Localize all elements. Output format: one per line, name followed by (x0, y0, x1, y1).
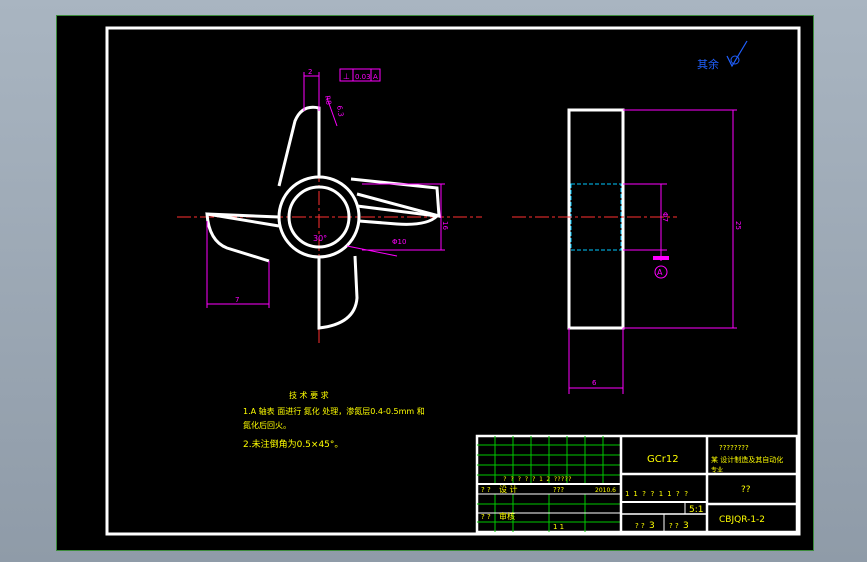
datum-marker (653, 256, 669, 260)
roughness-check-icon (726, 40, 748, 68)
tb-company: ???????? (719, 444, 749, 452)
dim-left-width: 7 (235, 296, 239, 304)
tb-sheet-label-r: ? ? (669, 522, 679, 530)
tb-mid-labels: 1 1 ? ? 1 1 ? ? (625, 490, 688, 498)
dim-angle: R8 (323, 95, 332, 106)
dim-hole: Φ10 (392, 238, 406, 246)
tb-material: GCr12 (647, 454, 679, 465)
dim-side-inner: Φ7 (661, 212, 669, 222)
tol-symbol: ⊥ (343, 72, 350, 81)
tb-sheet-right: 3 (683, 521, 689, 531)
dim-side-width: 6 (592, 379, 597, 387)
tb-row-a: ? ? ? ? ? 1 2 ????? (503, 476, 572, 483)
drawing-canvas[interactable]: 其余 2 ⊥ 0.03 A R8 6.3 30° Φ10 16 7 A 25 Φ… (57, 16, 813, 550)
dim-side-height: 25 (734, 221, 742, 230)
dim-height-right: 16 (441, 221, 449, 230)
blade-bottom (317, 255, 359, 330)
tb-project2: 专业 (711, 466, 723, 474)
dim-roughness: 6.3 (335, 105, 345, 117)
blade-top (277, 105, 321, 187)
tb-part-name: ?? (741, 485, 751, 495)
tb-row-c-name: 审核 (499, 511, 515, 521)
tol-datum: A (373, 73, 378, 81)
front-view: 2 ⊥ 0.03 A R8 6.3 30° Φ10 16 7 (177, 68, 482, 346)
dim-top: 2 (308, 68, 312, 76)
blade-left (205, 212, 280, 263)
tb-row-c-left: ? ? (481, 513, 491, 521)
tb-row-b-date: 2010.6 (595, 487, 616, 494)
tb-drawing-no: CBJQR-1-2 (719, 515, 765, 525)
notes-line2: 氮化后回火。 (243, 420, 291, 430)
tb-row-b-mid: ??? (553, 486, 564, 494)
tol-value: 0.03 (355, 73, 371, 81)
corner-mark-label: 其余 (697, 57, 719, 71)
notes-line3: 2.未注倒角为0.5×45°。 (243, 438, 343, 450)
drawing-border (105, 26, 801, 536)
notes-title: 技 术 要 求 (289, 390, 329, 400)
datum-label: A (657, 268, 663, 277)
blade-right-tip (356, 204, 441, 226)
side-view: A 25 Φ7 6 (512, 108, 742, 394)
tb-row-b-left: ? ? (481, 486, 491, 494)
side-body (567, 108, 625, 330)
tb-scale: 5:1 (689, 505, 703, 515)
tb-sheet-label-l: ? ? (635, 522, 645, 530)
cad-viewport[interactable]: 其余 2 ⊥ 0.03 A R8 6.3 30° Φ10 16 7 A 25 Φ… (56, 15, 814, 551)
notes-line1: 1.A 轴表 面进行 氮化 处理，渗氮层0.4-0.5mm 和 (243, 406, 425, 416)
tb-sheet-left: 3 (649, 521, 655, 531)
tb-row-c-num: 1 1 (553, 523, 564, 531)
technical-notes: 技 术 要 求 1.A 轴表 面进行 氮化 处理，渗氮层0.4-0.5mm 和 … (243, 390, 425, 450)
tb-project: 某 设计制造及其自动化 (711, 455, 783, 464)
title-block: ? ? ? ? ? 1 2 ????? ? ? 设 计 ??? 2010.6 ?… (475, 434, 799, 534)
dim-ring: 30° (313, 234, 327, 243)
tb-row-b-name: 设 计 (499, 484, 518, 494)
